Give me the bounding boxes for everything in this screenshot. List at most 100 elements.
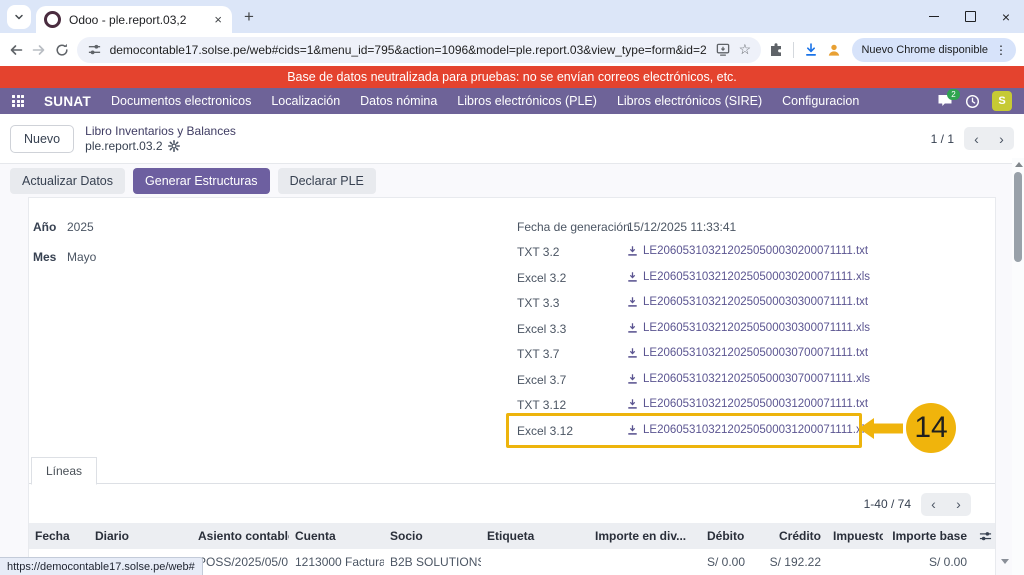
- downloads-button[interactable]: [803, 37, 820, 63]
- user-avatar[interactable]: S: [992, 91, 1012, 111]
- file-download-link[interactable]: LE2060531032120250500030700071111.xls: [627, 373, 870, 385]
- extensions-button[interactable]: [767, 37, 784, 63]
- close-button[interactable]: ×: [988, 0, 1024, 33]
- maximize-icon: [965, 11, 976, 22]
- anio-label: Año: [33, 220, 56, 234]
- gear-icon[interactable]: [168, 140, 180, 152]
- tab-search-button[interactable]: [7, 5, 31, 29]
- install-app-icon[interactable]: [715, 42, 731, 57]
- download-tray-icon: [627, 245, 638, 257]
- nav-item-localizacion[interactable]: Localización: [271, 94, 340, 108]
- list-pager: 1-40 / 74 ‹ ›: [29, 491, 995, 517]
- record-pager-next-button[interactable]: ›: [989, 127, 1014, 150]
- list-pager-previous-button[interactable]: ‹: [921, 493, 946, 516]
- download-tray-icon: [627, 424, 638, 436]
- profile-button[interactable]: [826, 37, 843, 63]
- kebab-menu-icon[interactable]: ⋮: [995, 43, 1007, 57]
- column-header-credito[interactable]: Crédito: [749, 529, 827, 543]
- nav-item-libros-ple[interactable]: Libros electrónicos (PLE): [457, 94, 597, 108]
- url-bar[interactable]: democontable17.solse.pe/web#cids=1&menu_…: [77, 37, 762, 63]
- bookmark-star-icon[interactable]: ☆: [739, 41, 752, 58]
- file-download-link[interactable]: LE2060531032120250500031200071111.xls: [627, 424, 870, 436]
- file-label: TXT 3.7: [517, 347, 559, 361]
- column-header-etiqueta[interactable]: Etiqueta: [481, 529, 589, 543]
- list-pager-text: 1-40 / 74: [864, 497, 911, 511]
- nav-item-datos-nomina[interactable]: Datos nómina: [360, 94, 437, 108]
- column-header-diario[interactable]: Diario: [89, 529, 192, 543]
- file-download-link[interactable]: LE2060531032120250500030300071111.xls: [627, 322, 870, 334]
- messages-button[interactable]: 2: [937, 94, 953, 108]
- optional-columns-button[interactable]: [973, 530, 995, 543]
- chrome-update-label: Nuevo Chrome disponible: [861, 44, 988, 56]
- download-tray-icon: [627, 398, 638, 410]
- cell-importe-base: S/ 0.00: [883, 555, 973, 569]
- column-header-socio[interactable]: Socio: [384, 529, 481, 543]
- row-dropdown-caret-icon[interactable]: [1001, 559, 1009, 564]
- apps-grid-icon[interactable]: [12, 95, 24, 107]
- scrollbar-thumb[interactable]: [1014, 172, 1022, 262]
- neutralized-db-banner: Base de datos neutralizada para pruebas:…: [0, 66, 1024, 88]
- puzzle-icon: [768, 42, 784, 58]
- chrome-update-button[interactable]: Nuevo Chrome disponible ⋮: [852, 38, 1016, 62]
- tab-close-icon[interactable]: ×: [212, 12, 224, 27]
- column-header-importe-base[interactable]: Importe base: [883, 529, 973, 543]
- file-download-link[interactable]: LE2060531032120250500030200071111.xls: [627, 271, 870, 283]
- url-text[interactable]: democontable17.solse.pe/web#cids=1&menu_…: [110, 43, 707, 57]
- file-label: TXT 3.3: [517, 296, 559, 310]
- column-header-asiento[interactable]: Asiento contable: [192, 529, 289, 543]
- forward-icon: [31, 42, 47, 58]
- new-record-button[interactable]: Nuevo: [10, 125, 74, 153]
- minimize-icon: [929, 16, 939, 17]
- mes-label: Mes: [33, 250, 56, 264]
- cell-debito: S/ 0.00: [701, 555, 749, 569]
- cell-socio: B2B SOLUTIONS ...: [384, 555, 481, 569]
- app-brand[interactable]: SUNAT: [44, 94, 91, 109]
- nav-item-libros-sire[interactable]: Libros electrónicos (SIRE): [617, 94, 762, 108]
- tab-strip: Odoo - ple.report.03,2 × + ×: [0, 0, 1024, 33]
- file-label: TXT 3.12: [517, 398, 566, 412]
- file-download-link[interactable]: LE2060531032120250500031200071111.txt: [627, 398, 868, 410]
- column-header-cuenta[interactable]: Cuenta: [289, 529, 384, 543]
- browser-window: Odoo - ple.report.03,2 × + × democontabl…: [0, 0, 1024, 575]
- banner-text: Base de datos neutralizada para pruebas:…: [287, 70, 737, 84]
- maximize-button[interactable]: [952, 0, 988, 33]
- reload-button[interactable]: [54, 37, 71, 63]
- tab-lineas[interactable]: Líneas: [31, 457, 97, 485]
- download-tray-icon: [627, 373, 638, 385]
- browser-tab[interactable]: Odoo - ple.report.03,2 ×: [36, 6, 232, 33]
- form-sheet: Año 2025 Mes Mayo Fecha de generación 15…: [28, 197, 996, 575]
- actualizar-datos-button[interactable]: Actualizar Datos: [10, 168, 125, 194]
- new-tab-button[interactable]: +: [244, 7, 254, 27]
- nav-item-documentos-electronicos[interactable]: Documentos electronicos: [111, 94, 251, 108]
- download-tray-icon: [627, 271, 638, 283]
- breadcrumb: Libro Inventarios y Balances ple.report.…: [85, 124, 236, 154]
- profile-icon: [826, 42, 842, 58]
- messages-badge: 2: [947, 89, 960, 100]
- nav-item-configuracion[interactable]: Configuracion: [782, 94, 859, 108]
- declarar-ple-button[interactable]: Declarar PLE: [278, 168, 376, 194]
- file-label: Excel 3.12: [517, 424, 573, 438]
- generar-estructuras-button[interactable]: Generar Estructuras: [133, 168, 270, 194]
- activities-button[interactable]: [965, 94, 980, 109]
- list-pager-next-button[interactable]: ›: [946, 493, 971, 516]
- tab-title: Odoo - ple.report.03,2: [69, 13, 204, 27]
- column-header-debito[interactable]: Débito: [701, 529, 749, 543]
- anio-value[interactable]: 2025: [67, 220, 94, 234]
- column-header-impuesto[interactable]: Impuesto: [827, 529, 883, 543]
- file-download-link[interactable]: LE2060531032120250500030300071111.txt: [627, 296, 868, 308]
- cell-cuenta: 1213000 Facturas...: [289, 555, 384, 569]
- column-header-importe-div[interactable]: Importe en div...: [589, 529, 701, 543]
- record-pager-previous-button[interactable]: ‹: [964, 127, 989, 150]
- forward-button[interactable]: [31, 37, 48, 63]
- breadcrumb-parent[interactable]: Libro Inventarios y Balances: [85, 124, 236, 139]
- column-settings-icon: [979, 530, 992, 543]
- back-button[interactable]: [8, 37, 25, 63]
- site-settings-icon[interactable]: [87, 42, 102, 57]
- minimize-button[interactable]: [916, 0, 952, 33]
- mes-value[interactable]: Mayo: [67, 250, 96, 264]
- scrollbar-up-icon[interactable]: [1015, 162, 1023, 167]
- file-download-link[interactable]: LE2060531032120250500030700071111.txt: [627, 347, 868, 359]
- column-header-fecha[interactable]: Fecha: [29, 529, 89, 543]
- chevron-down-icon: [13, 11, 25, 23]
- file-download-link[interactable]: LE2060531032120250500030200071111.txt: [627, 245, 868, 257]
